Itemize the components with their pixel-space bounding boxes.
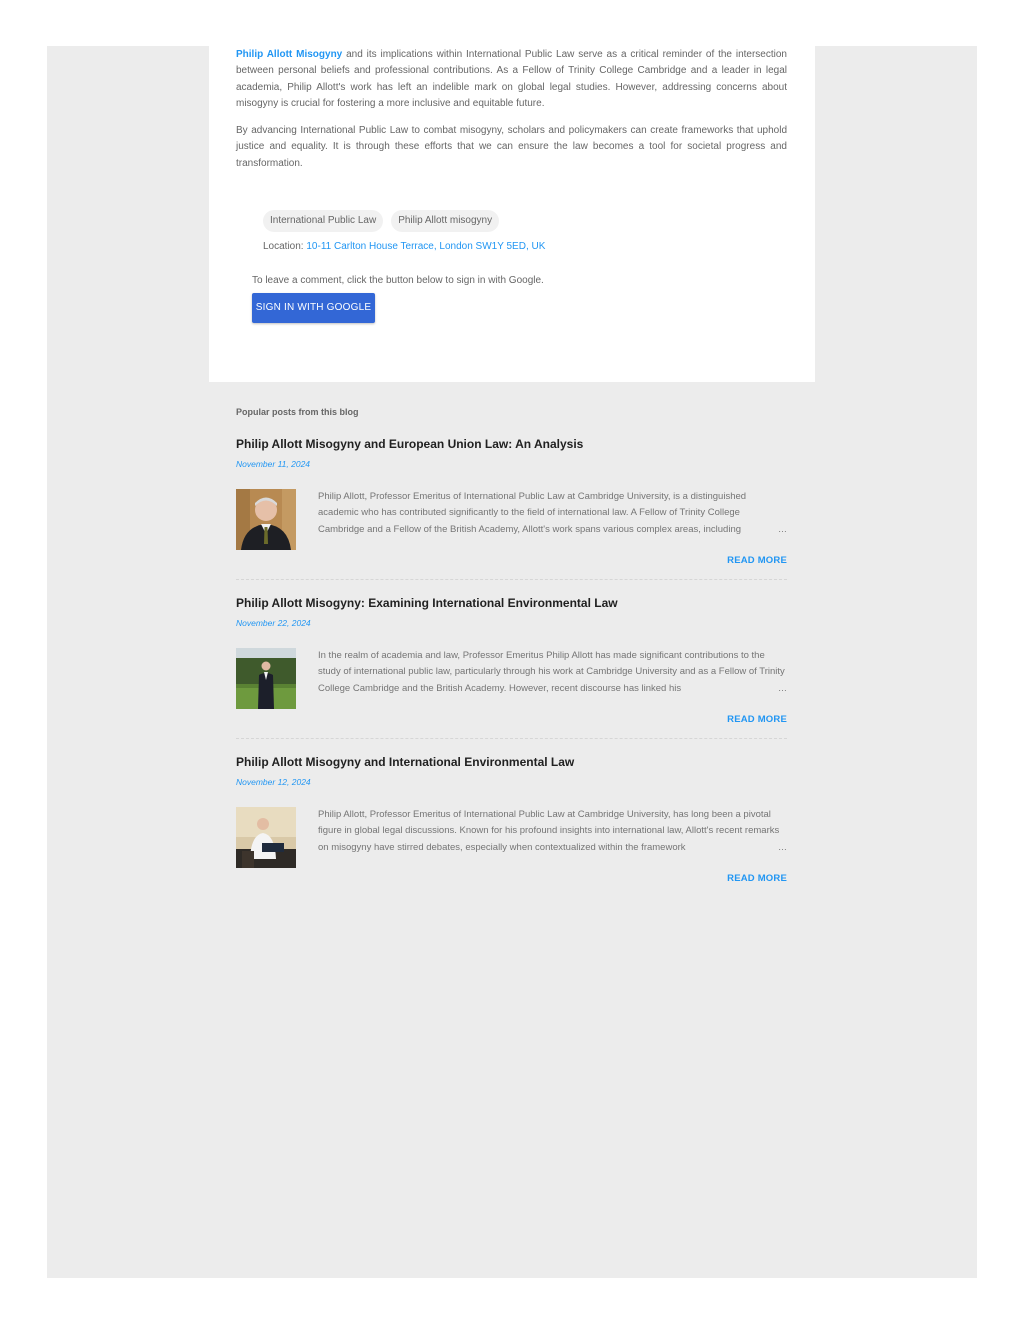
popular-post-thumbnail[interactable] <box>236 648 296 709</box>
article-title-link[interactable]: Philip Allott Misogyny <box>236 49 342 60</box>
popular-post-item: Philip Allott Misogyny and European Unio… <box>236 437 787 596</box>
popular-post-item: Philip Allott Misogyny and International… <box>236 755 787 914</box>
popular-posts-heading: Popular posts from this blog <box>236 407 359 417</box>
post-location: Location: 10-11 Carlton House Terrace, L… <box>263 241 545 252</box>
location-label: Location: <box>263 241 307 252</box>
article-paragraph-2: By advancing International Public Law to… <box>236 125 787 169</box>
snippet-ellipsis: … <box>760 842 787 852</box>
post-labels: International Public Law Philip Allott m… <box>263 210 500 232</box>
snippet-ellipsis: … <box>760 683 787 693</box>
popular-post-snippet: In the realm of academia and law, Profes… <box>318 650 785 694</box>
snippet-ellipsis: … <box>760 524 787 534</box>
read-more-link[interactable]: READ MORE <box>727 873 787 884</box>
popular-post-title[interactable]: Philip Allott Misogyny: Examining Intern… <box>236 596 618 610</box>
read-more-link[interactable]: READ MORE <box>727 714 787 725</box>
read-more-link[interactable]: READ MORE <box>727 555 787 566</box>
popular-post-date[interactable]: November 12, 2024 <box>236 777 311 787</box>
popular-post-snippet: Philip Allott, Professor Emeritus of Int… <box>318 491 747 535</box>
location-link[interactable]: 10-11 Carlton House Terrace, London SW1Y… <box>306 241 545 252</box>
popular-post-date[interactable]: November 11, 2024 <box>236 459 310 469</box>
popular-post-snippet: Philip Allott, Professor Emeritus of Int… <box>318 809 780 853</box>
popular-post-item: Philip Allott Misogyny: Examining Intern… <box>236 596 787 755</box>
comment-sign-in-hint: To leave a comment, click the button bel… <box>252 275 544 286</box>
post-divider <box>236 579 787 580</box>
popular-post-title[interactable]: Philip Allott Misogyny and International… <box>236 755 574 769</box>
popular-post-date[interactable]: November 22, 2024 <box>236 618 311 628</box>
post-divider <box>236 738 787 739</box>
article-paragraph-1: Philip Allott Misogyny and its implicati… <box>236 47 787 112</box>
sign-in-with-google-button[interactable]: SIGN IN WITH GOOGLE <box>252 293 375 323</box>
popular-post-thumbnail[interactable] <box>236 807 296 868</box>
label-chip-international-public-law[interactable]: International Public Law <box>263 210 384 232</box>
label-chip-philip-allott-misogyny[interactable]: Philip Allott misogyny <box>391 210 500 232</box>
popular-post-title[interactable]: Philip Allott Misogyny and European Unio… <box>236 437 583 451</box>
popular-post-thumbnail[interactable] <box>236 489 296 550</box>
